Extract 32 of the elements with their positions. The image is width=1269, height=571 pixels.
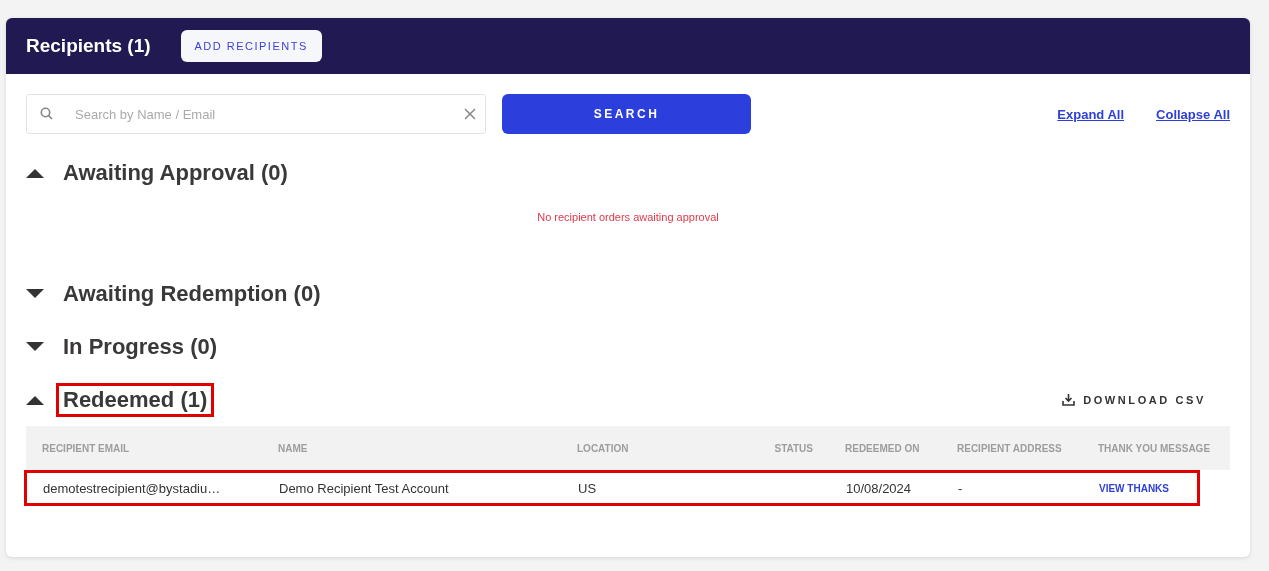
table-cell-text: US bbox=[577, 479, 598, 498]
table-cell-text: demotestrecipient@bystadiu… bbox=[42, 479, 222, 498]
expand-caret-icon[interactable] bbox=[26, 288, 44, 299]
search-field[interactable]: Search by Name / Email bbox=[26, 94, 486, 134]
search-button[interactable]: SEARCH bbox=[502, 94, 751, 134]
column-header: LOCATION bbox=[561, 426, 757, 470]
section-title[interactable]: Awaiting Redemption (0) bbox=[56, 276, 328, 311]
column-header: RECIPIENT ADDRESS bbox=[941, 426, 1082, 470]
table-cell-text: 10/08/2024 bbox=[845, 479, 913, 498]
section-title[interactable]: Redeemed (1) bbox=[56, 382, 215, 417]
section-title[interactable]: Awaiting Approval (0) bbox=[56, 155, 295, 190]
toggle-all-link[interactable]: Expand All bbox=[1057, 106, 1125, 122]
add-recipients-button[interactable]: ADD RECIPIENTS bbox=[180, 30, 322, 62]
view-thanks-link[interactable]: VIEW THANKS bbox=[1083, 482, 1231, 494]
column-header: NAME bbox=[262, 426, 561, 470]
toggle-all-link[interactable]: Collapse All bbox=[1156, 106, 1230, 122]
clear-icon[interactable] bbox=[464, 108, 476, 120]
download-icon bbox=[1062, 393, 1076, 406]
collapse-caret-icon[interactable] bbox=[26, 394, 44, 405]
column-header: RECIPIENT EMAIL bbox=[26, 426, 262, 470]
expand-caret-icon[interactable] bbox=[26, 341, 44, 352]
table-cell-text: Demo Recipient Test Account bbox=[278, 479, 450, 498]
search-icon bbox=[40, 107, 53, 120]
page-title: Recipients (1) bbox=[26, 35, 151, 57]
table-cell-text: - bbox=[957, 479, 964, 498]
collapse-caret-icon[interactable] bbox=[26, 167, 44, 178]
column-header: STATUS bbox=[757, 426, 829, 470]
column-header: THANK YOU MESSAGE bbox=[1082, 426, 1230, 470]
column-header: REDEEMED ON bbox=[829, 426, 941, 470]
download-csv-button[interactable]: DOWNLOAD CSV bbox=[1056, 392, 1212, 407]
empty-message: No recipient orders awaiting approval bbox=[536, 210, 720, 225]
section-title[interactable]: In Progress (0) bbox=[56, 329, 225, 364]
